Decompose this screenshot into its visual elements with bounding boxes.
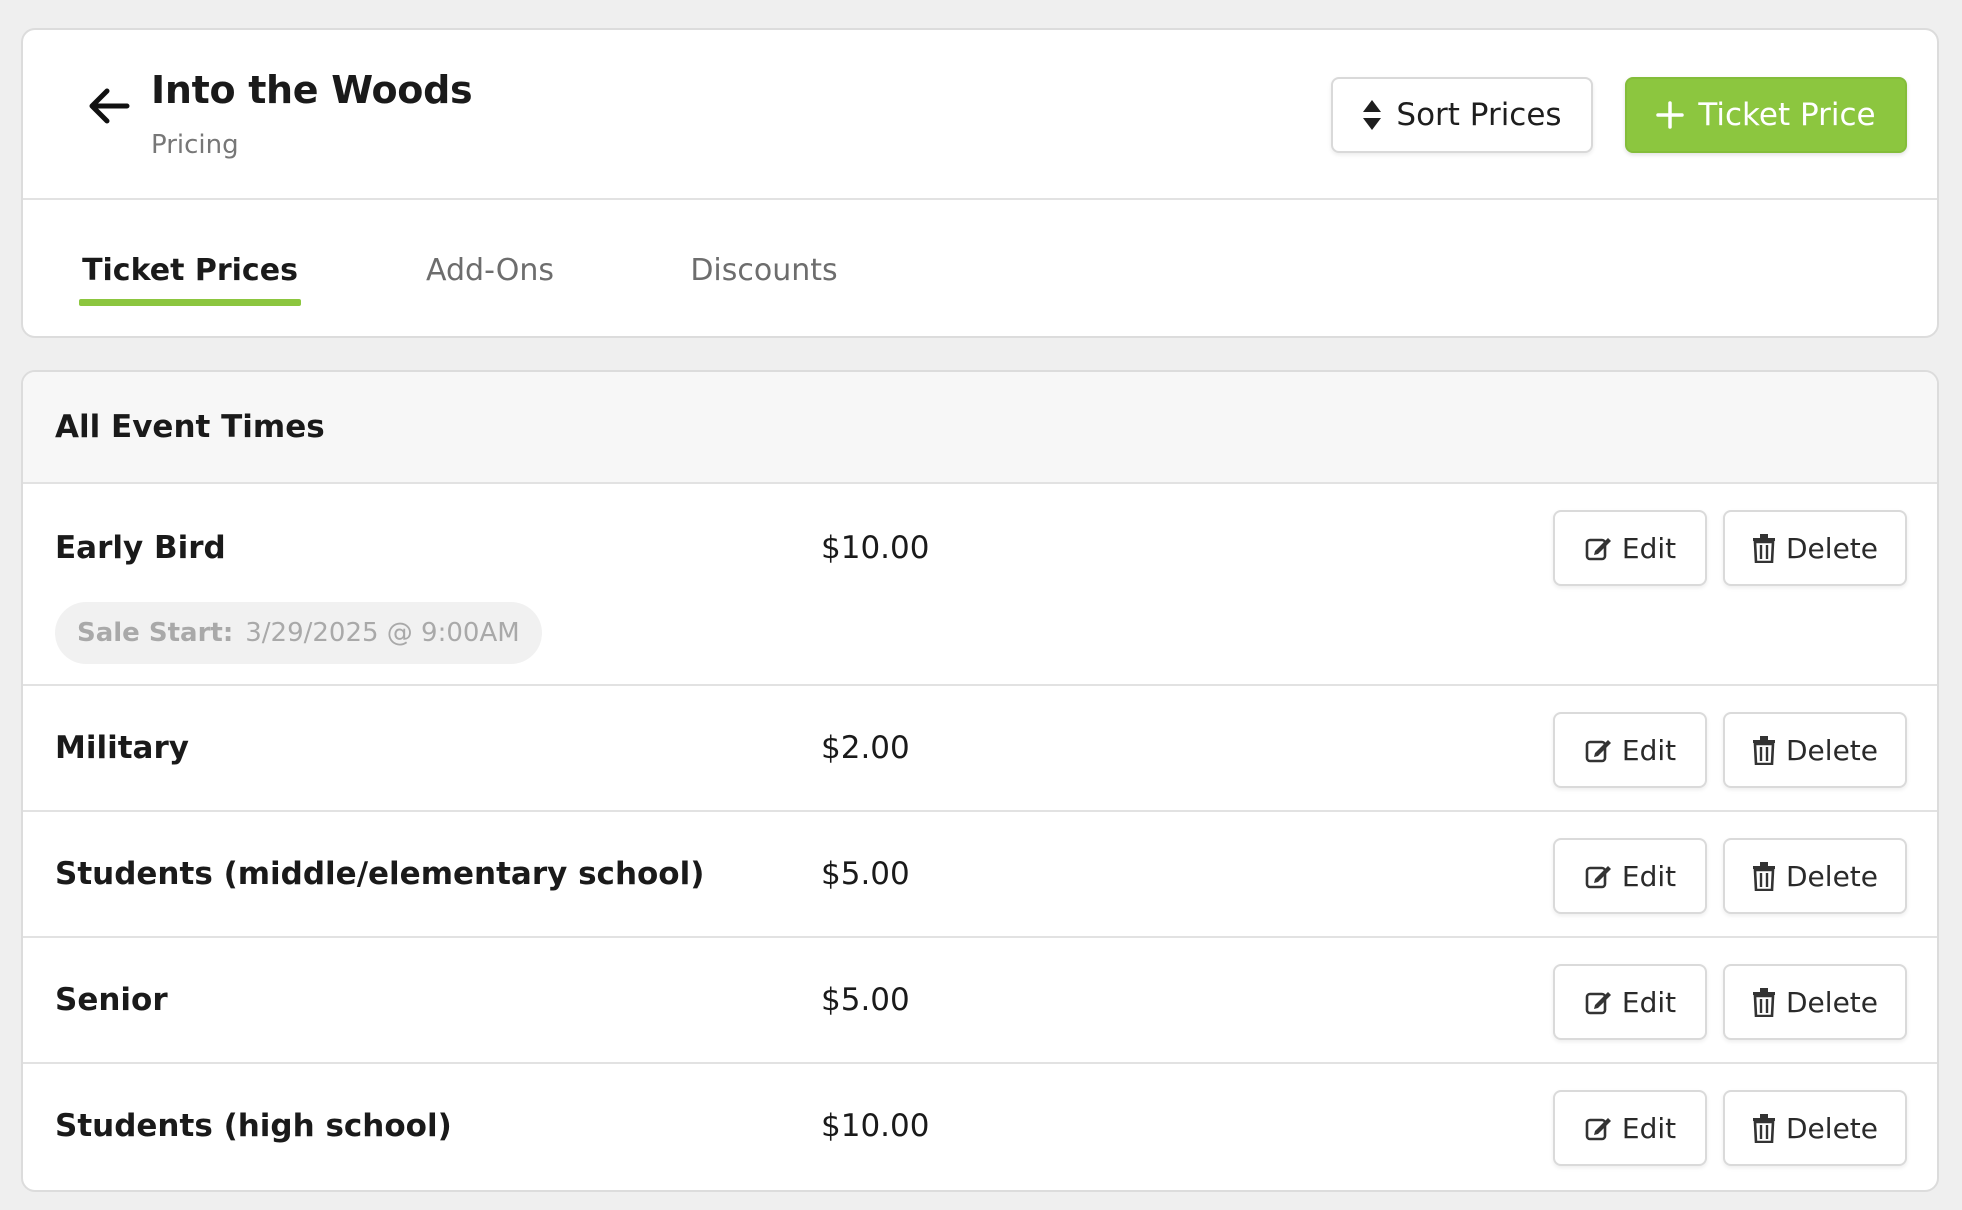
header-card: Into the Woods Pricing Sort Prices Ticke… [21,28,1939,338]
sort-prices-label: Sort Prices [1396,97,1562,133]
price-amount: $5.00 [821,982,910,1018]
arrow-left-icon [89,88,130,124]
delete-button[interactable]: Delete [1723,1090,1907,1166]
price-row: Early Bird $10.00 Sale Start: 3/29/2025 … [23,486,1937,686]
delete-label: Delete [1786,1111,1878,1145]
tab-discounts[interactable]: Discounts [661,202,867,336]
price-name: Senior [55,982,168,1018]
trash-icon [1752,735,1776,765]
plus-icon [1656,101,1685,129]
edit-icon [1584,534,1612,562]
price-row: Military $2.00 Edit Delete [23,688,1937,812]
add-ticket-price-label: Ticket Price [1698,97,1876,133]
price-name: Early Bird [55,530,226,566]
trash-icon [1752,1113,1776,1143]
page-title: Into the Woods [151,68,473,112]
sale-start-value: 3/29/2025 @ 9:00AM [245,618,520,648]
trash-icon [1752,861,1776,891]
trash-icon [1752,533,1776,563]
edit-label: Edit [1621,1111,1677,1145]
edit-icon [1584,1114,1612,1142]
edit-icon [1584,862,1612,890]
price-row: Students (high school) $10.00 Edit Delet… [23,1066,1937,1190]
trash-icon [1752,987,1776,1017]
add-ticket-price-button[interactable]: Ticket Price [1625,77,1907,153]
price-amount: $10.00 [821,1108,930,1144]
delete-button[interactable]: Delete [1723,712,1907,788]
sort-prices-button[interactable]: Sort Prices [1331,77,1593,153]
edit-icon [1584,988,1612,1016]
price-amount: $2.00 [821,730,910,766]
sale-start-badge: Sale Start: 3/29/2025 @ 9:00AM [55,602,542,664]
tab-ticket-prices[interactable]: Ticket Prices [79,202,301,336]
delete-button[interactable]: Delete [1723,964,1907,1040]
tab-bar: Ticket Prices Add-Ons Discounts [23,202,1937,336]
edit-label: Edit [1621,733,1677,767]
edit-icon [1584,736,1612,764]
price-row: Students (middle/elementary school) $5.0… [23,814,1937,938]
edit-label: Edit [1621,531,1677,565]
price-row: Senior $5.00 Edit Delete [23,940,1937,1064]
delete-label: Delete [1786,733,1878,767]
delete-label: Delete [1786,985,1878,1019]
price-name: Students (middle/elementary school) [55,856,705,892]
edit-button[interactable]: Edit [1553,838,1707,914]
edit-label: Edit [1621,985,1677,1019]
delete-button[interactable]: Delete [1723,510,1907,586]
page-header: Into the Woods Pricing Sort Prices Ticke… [23,30,1937,200]
section-title: All Event Times [23,372,1937,484]
edit-button[interactable]: Edit [1553,964,1707,1040]
delete-button[interactable]: Delete [1723,838,1907,914]
delete-label: Delete [1786,531,1878,565]
price-amount: $10.00 [821,530,930,566]
edit-button[interactable]: Edit [1553,1090,1707,1166]
sort-icon [1363,100,1382,130]
edit-label: Edit [1621,859,1677,893]
edit-button[interactable]: Edit [1553,510,1707,586]
back-button[interactable] [81,78,137,134]
price-name: Military [55,730,189,766]
tab-add-ons[interactable]: Add-Ons [397,202,583,336]
edit-button[interactable]: Edit [1553,712,1707,788]
price-amount: $5.00 [821,856,910,892]
delete-label: Delete [1786,859,1878,893]
price-name: Students (high school) [55,1108,452,1144]
page-subtitle: Pricing [151,130,239,160]
ticket-prices-card: All Event Times Early Bird $10.00 Sale S… [21,370,1939,1192]
sale-start-label: Sale Start: [77,618,234,648]
